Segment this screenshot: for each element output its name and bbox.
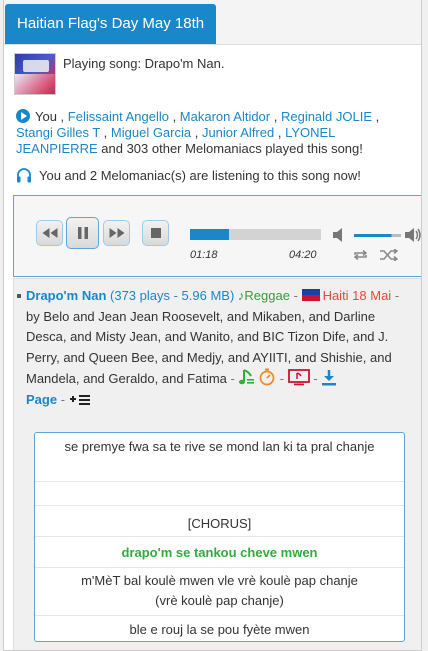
lyric-divider [35, 505, 404, 506]
volume-mute-icon[interactable] [333, 228, 345, 242]
genre-label[interactable]: Reggae [244, 288, 290, 303]
duration-time: 04:20 [289, 249, 317, 261]
progress-bar[interactable] [190, 229, 321, 240]
album-link[interactable]: Haiti 18 Mai [323, 288, 392, 303]
list-bullet [17, 294, 21, 298]
now-playing: Playing song: Drapo'm Nan. [14, 53, 224, 95]
listening-now: You and 2 Melomaniac(s) are listening to… [16, 168, 361, 183]
stop-button[interactable] [142, 220, 169, 246]
lyric-line: ble e rouj la se pou fyète mwen [129, 622, 310, 637]
rewind-button[interactable] [36, 220, 63, 246]
lyric-line: m'MèT bal koulè mwen vle vrè koulè pap c… [81, 573, 358, 588]
lyric-line: [CHORUS] [187, 516, 252, 531]
user-link[interactable]: Makaron Altidor [180, 109, 270, 124]
separator: - [394, 288, 400, 303]
user-link[interactable]: Junior Alfred [202, 125, 274, 140]
music-notes-icon[interactable] [238, 369, 255, 386]
separator: - [279, 371, 285, 386]
add-to-playlist-icon[interactable] [69, 393, 91, 407]
page-link[interactable]: Page [26, 392, 57, 407]
pause-button[interactable] [66, 217, 99, 249]
song-stats: (373 plays - 5.96 MB) [110, 288, 235, 303]
played-you: You [35, 109, 57, 124]
stop-icon [150, 228, 161, 238]
stopwatch-icon[interactable] [258, 368, 276, 386]
user-link[interactable]: Miguel Garcia [111, 125, 191, 140]
played-by-list: You , Felissaint Angello , Makaron Altid… [16, 109, 380, 156]
headphones-icon [17, 168, 31, 183]
video-icon[interactable] [287, 369, 310, 386]
user-link[interactable]: Reginald JOLIE [281, 109, 372, 124]
separator: - [293, 288, 298, 303]
lyric-line-highlighted: drapo'm se tankou cheve mwen [121, 545, 318, 560]
song-title-link[interactable]: Drapo'm Nan [26, 288, 106, 303]
lyrics-panel: se premye fwa sa te rive se mond lan ki … [34, 432, 405, 642]
progress-fill [190, 229, 230, 240]
lyric-line: se premye fwa sa te rive se mond lan ki … [64, 439, 375, 454]
lyric-divider [35, 567, 404, 568]
song-panel: Haitian Flag's Day May 18th Playing song… [3, 0, 422, 651]
played-suffix: and 303 other Melomaniacs played this so… [101, 141, 363, 156]
separator: - [60, 391, 66, 407]
user-link[interactable]: Felissaint Angello [68, 109, 169, 124]
fast-forward-icon [109, 228, 124, 238]
lyric-divider [35, 536, 404, 537]
header-bar: Haitian Flag's Day May 18th [4, 0, 421, 45]
play-circle-icon [16, 109, 30, 123]
audio-player: 01:18 04:20 [13, 195, 422, 277]
lyric-divider [35, 481, 404, 482]
shuffle-icon[interactable] [380, 249, 398, 261]
repeat-icon[interactable] [352, 249, 369, 261]
album-art[interactable] [14, 53, 56, 95]
listening-text: You and 2 Melomaniac(s) are listening to… [39, 168, 361, 183]
haiti-flag-icon [301, 289, 320, 301]
user-link[interactable]: Stangi Gilles T [16, 125, 100, 140]
track-item: Drapo'm Nan (373 plays - 5.96 MB) ♪Regga… [26, 286, 406, 410]
lyric-line: (vrè koulè pap chanje) [155, 593, 284, 608]
page-title-tab[interactable]: Haitian Flag's Day May 18th [5, 4, 217, 44]
lyric-divider [35, 615, 404, 616]
separator: - [313, 371, 318, 386]
volume-max-icon[interactable] [405, 227, 422, 243]
rewind-icon [42, 228, 57, 238]
pause-icon [77, 227, 88, 239]
download-icon[interactable] [321, 369, 337, 386]
fast-forward-button[interactable] [103, 220, 130, 246]
now-playing-text: Playing song: Drapo'm Nan. [63, 56, 225, 71]
track-list: Drapo'm Nan (373 plays - 5.96 MB) ♪Regga… [13, 278, 421, 650]
elapsed-time: 01:18 [190, 249, 218, 261]
volume-slider[interactable] [354, 234, 401, 237]
separator: - [230, 371, 235, 386]
